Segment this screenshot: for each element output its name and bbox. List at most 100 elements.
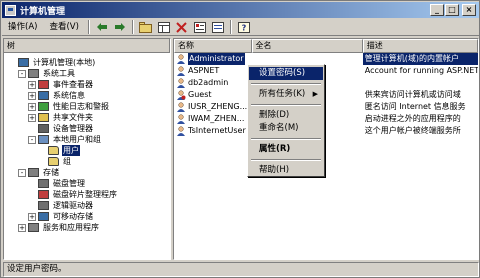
collapse-icon[interactable]: -: [18, 69, 26, 78]
delete-menu-item[interactable]: 删除(D): [249, 109, 323, 122]
svg-text:?: ?: [242, 23, 247, 32]
tree-item-label: 系统工具: [43, 69, 75, 78]
user-row[interactable]: IUSR_ZHENG... 匿名访问 Internet 信息服务: [174, 101, 478, 113]
menu-item-label: 删除(D): [259, 110, 290, 120]
expand-icon[interactable]: +: [28, 113, 36, 122]
tree-item-label: 本地用户和组: [53, 135, 101, 144]
help-icon[interactable]: ?: [236, 20, 252, 35]
column-header-description[interactable]: 描述: [362, 39, 478, 53]
rename-menu-item[interactable]: 重命名(M): [249, 122, 323, 135]
minimize-button[interactable]: _: [430, 4, 444, 16]
user-name: TsInternetUser: [188, 126, 246, 135]
tree-item[interactable]: - 系统工具: [4, 68, 170, 79]
delete-x-icon[interactable]: [174, 20, 190, 35]
tree-item-label: 可移动存储: [53, 212, 93, 221]
forward-arrow-icon[interactable]: [112, 20, 128, 35]
folder-icon: [48, 157, 59, 166]
all-tasks-menu-item[interactable]: 所有任务(K) ▶: [249, 88, 323, 101]
user-row[interactable]: Guest 供来宾访问计算机或访问域: [174, 89, 478, 101]
window-controls: _ □ ×: [430, 4, 476, 16]
title-bar[interactable]: 计算机管理 _ □ ×: [2, 2, 479, 18]
storage-icon: [28, 168, 39, 177]
tree-item[interactable]: 磁盘管理: [4, 178, 170, 189]
tree-item[interactable]: + 服务和应用程序: [4, 222, 170, 233]
tree-item[interactable]: + 事件查看器: [4, 79, 170, 90]
services-icon: [28, 223, 39, 232]
tree-item-label: 系统信息: [53, 91, 85, 100]
user-row[interactable]: TsInternetUser 这个用户帐户被终端服务所: [174, 125, 478, 137]
tree-pane-header: 树: [4, 39, 170, 53]
properties-menu-item[interactable]: 属性(R): [249, 143, 323, 156]
context-menu: 设置密码(S) 所有任务(K) ▶ 删除(D) 重命名(M) 属性(R) 帮助(H): [247, 64, 325, 177]
expand-icon[interactable]: +: [28, 91, 36, 100]
tree-item[interactable]: 计算机管理(本地): [4, 57, 170, 68]
properties-sheet-icon[interactable]: [192, 20, 208, 35]
user-list: Administrator 管理计算机(域)的内置帐户 ASPNET Account …: [174, 53, 478, 137]
export-list-icon[interactable]: [210, 20, 226, 35]
user-row[interactable]: db2admin: [174, 77, 478, 89]
menu-view[interactable]: 查看(V): [43, 20, 84, 35]
user-icon: [177, 78, 185, 88]
close-button[interactable]: ×: [462, 4, 476, 16]
menu-separator: [251, 83, 321, 85]
user-row[interactable]: IWAM_ZHEN... 启动进程之外的应用程序的: [174, 113, 478, 125]
up-folder-icon[interactable]: [138, 20, 154, 35]
tree-item[interactable]: + 共享文件夹: [4, 112, 170, 123]
back-arrow-icon[interactable]: [94, 20, 110, 35]
defrag-icon: [38, 190, 49, 199]
user-row[interactable]: Administrator 管理计算机(域)的内置帐户: [174, 53, 478, 65]
user-description-cell: 匿名访问 Internet 信息服务: [364, 102, 466, 111]
column-header-fullname[interactable]: 全名: [251, 39, 363, 53]
column-header-name[interactable]: 名称: [174, 39, 252, 53]
expand-icon[interactable]: +: [28, 80, 36, 89]
tree-item[interactable]: 磁盘碎片整理程序: [4, 189, 170, 200]
tree-item[interactable]: 组: [4, 156, 170, 167]
tree-item[interactable]: 逻辑驱动器: [4, 200, 170, 211]
users-groups-icon: [38, 135, 49, 144]
collapse-icon[interactable]: -: [18, 168, 26, 177]
tree-item-label: 性能日志和警报: [53, 102, 109, 111]
tree-item[interactable]: + 系统信息: [4, 90, 170, 101]
help-menu-item[interactable]: 帮助(H): [249, 164, 323, 177]
tree-item[interactable]: + 可移动存储: [4, 211, 170, 222]
collapse-icon[interactable]: -: [28, 135, 36, 144]
menu-item-label: 属性(R): [259, 144, 291, 154]
disk-icon: [38, 179, 49, 188]
properties-grid-icon[interactable]: [156, 20, 172, 35]
maximize-button[interactable]: □: [445, 4, 459, 16]
toolbar-separator: [87, 20, 90, 34]
submenu-arrow-icon: ▶: [312, 90, 318, 98]
user-row[interactable]: ASPNET Account for running ASP.NET W: [174, 65, 478, 77]
menu-item-label: 帮助(H): [259, 165, 290, 175]
performance-icon: [38, 102, 49, 111]
user-description-cell: 启动进程之外的应用程序的: [364, 114, 461, 123]
user-icon: [177, 102, 185, 112]
expand-icon[interactable]: +: [28, 102, 36, 111]
user-name: Administrator: [188, 53, 245, 65]
user-name-cell: Guest: [174, 89, 252, 101]
system-info-icon: [38, 91, 49, 100]
expand-icon[interactable]: +: [28, 212, 36, 221]
expand-icon[interactable]: +: [18, 223, 26, 232]
user-name-cell: IWAM_ZHEN...: [174, 113, 252, 125]
user-name: ASPNET: [188, 66, 220, 75]
tools-icon: [28, 69, 39, 78]
tree-item-label: 逻辑驱动器: [53, 201, 93, 210]
baidu-watermark-logo: [393, 226, 479, 260]
tree-item[interactable]: + 性能日志和警报: [4, 101, 170, 112]
set-password-menu-item[interactable]: 设置密码(S): [249, 67, 323, 80]
tree-item-label: 事件查看器: [53, 80, 93, 89]
user-name: Guest: [188, 90, 212, 99]
menu-item-label: 所有任务(K): [259, 89, 306, 99]
user-name-cell: IUSR_ZHENG...: [174, 101, 252, 113]
toolbar-separator: [229, 20, 232, 34]
tree-item[interactable]: 用户: [4, 145, 170, 156]
user-description-cell: 管理计算机(域)的内置帐户: [362, 53, 478, 65]
tree-item[interactable]: 设备管理器: [4, 123, 170, 134]
tree-item[interactable]: - 本地用户和组: [4, 134, 170, 145]
tree-item-label: 组: [63, 157, 71, 166]
user-icon: [177, 126, 185, 136]
tree-item[interactable]: - 存储: [4, 167, 170, 178]
tree-item-label: 用户: [62, 145, 80, 156]
menu-action[interactable]: 操作(A): [2, 20, 43, 35]
